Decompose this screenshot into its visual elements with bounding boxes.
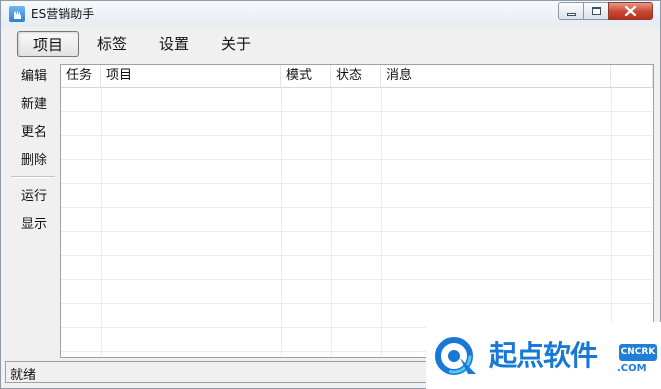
sidebar-item-edit[interactable]: 编辑 — [9, 65, 59, 89]
column-divider — [381, 88, 382, 357]
column-header-status[interactable]: 状态 — [331, 65, 381, 87]
close-icon — [624, 5, 637, 17]
menu-bar: 项目 标签 设置 关于 — [9, 29, 654, 61]
status-text: 就绪 — [10, 368, 37, 383]
close-button[interactable] — [608, 2, 653, 20]
column-header-message[interactable]: 消息 — [381, 65, 611, 87]
watermark-badge: CNCRK — [619, 344, 657, 361]
table-row[interactable] — [61, 112, 653, 136]
minimize-button[interactable] — [558, 2, 584, 20]
menu-item-about[interactable]: 关于 — [211, 31, 261, 57]
table-row[interactable] — [61, 232, 653, 256]
title-bar[interactable]: ES营销助手 — [1, 1, 660, 27]
watermark-logo: 起点软件 CNCRK .COM — [426, 322, 661, 389]
column-divider — [611, 88, 612, 357]
sidebar-item-delete[interactable]: 删除 — [9, 149, 59, 173]
column-header-project[interactable]: 项目 — [101, 65, 281, 87]
table-row[interactable] — [61, 280, 653, 304]
table-row[interactable] — [61, 136, 653, 160]
sidebar: 编辑 新建 更名 删除 运行 显示 — [9, 63, 59, 358]
column-divider — [281, 88, 282, 357]
watermark-text: 起点软件 — [489, 339, 598, 372]
menu-item-settings[interactable]: 设置 — [149, 31, 199, 57]
table-row[interactable] — [61, 256, 653, 280]
sidebar-item-run[interactable]: 运行 — [9, 185, 59, 209]
menu-item-tags[interactable]: 标签 — [87, 31, 137, 57]
qidian-logo-icon — [435, 337, 476, 375]
sidebar-divider — [11, 176, 55, 178]
table-row[interactable] — [61, 160, 653, 184]
maximize-button[interactable] — [583, 2, 609, 20]
table-row[interactable] — [61, 88, 653, 112]
sidebar-item-show[interactable]: 显示 — [9, 213, 59, 237]
table-row[interactable] — [61, 184, 653, 208]
menu-item-project[interactable]: 项目 — [17, 31, 79, 57]
watermark-domain: .COM — [617, 363, 647, 374]
table-body — [61, 88, 653, 357]
column-divider — [101, 88, 102, 357]
column-divider — [331, 88, 332, 357]
column-header-filler — [611, 65, 653, 87]
app-icon — [9, 6, 25, 22]
sidebar-item-rename[interactable]: 更名 — [9, 121, 59, 145]
column-header-task[interactable]: 任务 — [61, 65, 101, 87]
task-table[interactable]: 任务 项目 模式 状态 消息 — [60, 64, 654, 358]
table-header: 任务 项目 模式 状态 消息 — [61, 65, 653, 88]
sidebar-item-new[interactable]: 新建 — [9, 93, 59, 117]
window-title: ES营销助手 — [31, 7, 95, 21]
column-header-mode[interactable]: 模式 — [281, 65, 331, 87]
table-row[interactable] — [61, 208, 653, 232]
maximize-icon — [592, 7, 601, 15]
minimize-icon — [567, 13, 576, 16]
